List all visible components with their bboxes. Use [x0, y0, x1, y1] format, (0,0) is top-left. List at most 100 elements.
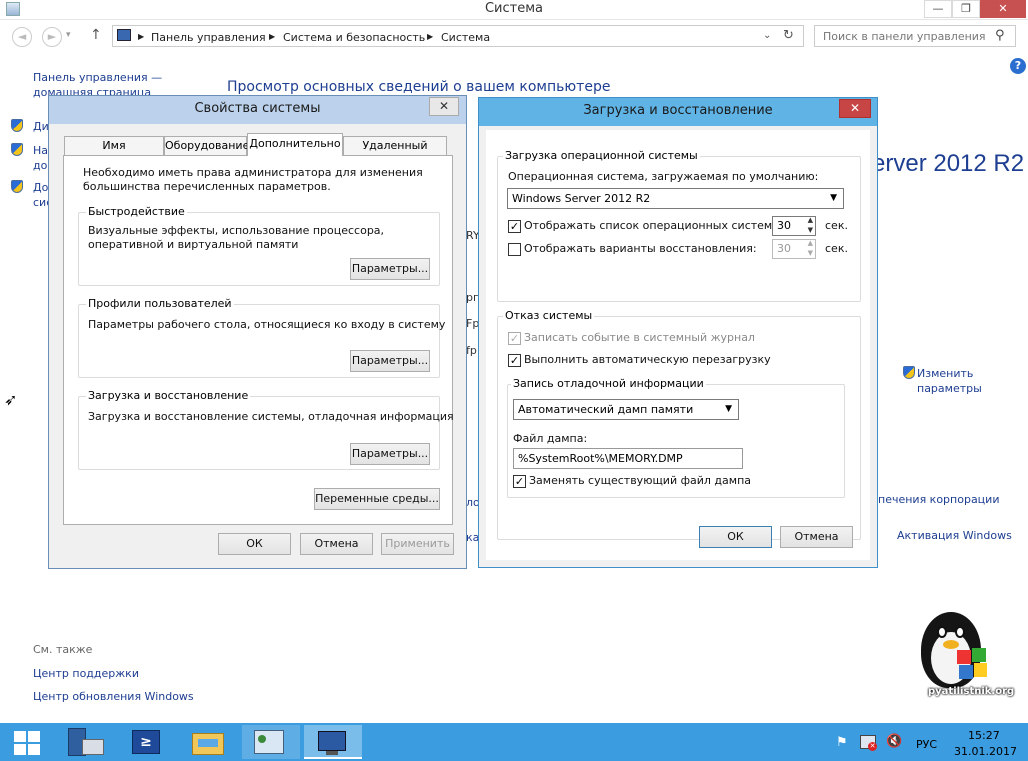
startup-recovery-dialog: Загрузка и восстановление ✕ Загрузка опе… [478, 97, 878, 568]
network-icon[interactable]: ✕ [860, 735, 877, 751]
show-os-list-seconds[interactable]: 30 ▲ ▼ [772, 216, 816, 236]
activation-link[interactable]: Активация Windows [897, 529, 1012, 542]
show-os-list-label: Отображать список операционных систем: [524, 219, 776, 232]
partial-text: рг [466, 291, 479, 304]
system-failure-group-title: Отказ системы [503, 309, 595, 322]
speaker-icon[interactable]: 🔇 [886, 734, 902, 749]
tab-remote[interactable]: Удаленный доступ [343, 136, 447, 170]
windows-edition: erver 2012 R2 [872, 150, 1025, 177]
startup-recovery-close-button[interactable]: ✕ [839, 99, 871, 118]
show-recovery-seconds[interactable]: 30 ▲ ▼ [772, 239, 816, 259]
system-window-taskbar-icon[interactable] [304, 725, 362, 759]
spinner-arrows-icon[interactable]: ▲ ▼ [808, 238, 813, 258]
input-language[interactable]: РУС [916, 738, 937, 751]
ok-button[interactable]: ОК [699, 526, 772, 548]
write-event-checkbox[interactable]: ✓ [508, 332, 521, 345]
change-settings-link[interactable]: Изменить параметры [917, 366, 987, 396]
crumb-arrow-icon: ▶ [269, 32, 276, 41]
shield-icon [11, 180, 23, 193]
startup-recovery-settings-button[interactable]: Параметры... [350, 443, 430, 465]
show-os-list-checkbox[interactable]: ✓ [508, 220, 521, 233]
dump-type-value: Автоматический дамп памяти [518, 403, 694, 416]
close-button[interactable]: ✕ [980, 0, 1026, 18]
flag-icon[interactable]: ⚑ [836, 735, 848, 750]
clock-date[interactable]: 31.01.2017 [954, 745, 1017, 758]
user-profiles-settings-button[interactable]: Параметры... [350, 350, 430, 372]
tab-advanced[interactable]: Дополнительно [247, 133, 343, 156]
search-input[interactable]: Поиск в панели управления ⚲ [814, 25, 1016, 47]
control-panel-icon[interactable] [242, 725, 300, 759]
penguin-logo-icon [915, 612, 987, 696]
os-startup-group-title: Загрузка операционной системы [503, 149, 700, 162]
sidebar-item-device-manager[interactable]: Ди [33, 120, 49, 133]
server-manager-icon[interactable] [56, 725, 114, 759]
chevron-down-icon: ▼ [830, 193, 837, 203]
partial-text: fp [466, 344, 477, 357]
crumb-system[interactable]: Система [441, 31, 490, 44]
show-os-list-seconds-value: 30 [777, 219, 791, 232]
performance-desc: Визуальные эффекты, использование процес… [88, 224, 385, 251]
dump-file-value: %SystemRoot%\MEMORY.DMP [518, 452, 683, 465]
cancel-button[interactable]: Отмена [300, 533, 373, 555]
address-dropdown-icon[interactable]: ⌄ [763, 30, 771, 41]
write-event-label: Записать событие в системный журнал [524, 331, 755, 344]
crumb-system-security[interactable]: Система и безопасность [283, 31, 425, 44]
up-button[interactable]: ↑ [90, 27, 102, 43]
crumb-arrow-icon: ▶ [427, 32, 434, 41]
address-bar[interactable]: ▶ Панель управления ▶ Система и безопасн… [112, 25, 804, 47]
performance-settings-button[interactable]: Параметры... [350, 258, 430, 280]
show-recovery-checkbox[interactable] [508, 243, 521, 256]
system-properties-close-button[interactable]: ✕ [429, 97, 459, 116]
powershell-icon[interactable]: ≥ [118, 725, 176, 759]
dump-file-input[interactable]: %SystemRoot%\MEMORY.DMP [513, 448, 743, 469]
user-profiles-desc: Параметры рабочего стола, относящиеся ко… [88, 318, 446, 331]
startup-recovery-panel: Загрузка операционной системы Операционн… [486, 130, 870, 560]
back-button[interactable]: ◄ [12, 27, 32, 47]
default-os-value: Windows Server 2012 R2 [512, 192, 651, 205]
sec-label: сек. [825, 219, 848, 232]
start-button-icon[interactable] [14, 731, 40, 755]
search-icon[interactable]: ⚲ [995, 28, 1005, 43]
shield-icon [11, 119, 23, 132]
overwrite-dump-label: Заменять существующий файл дампа [529, 474, 752, 487]
show-recovery-label: Отображать варианты восстановления: [524, 242, 757, 255]
action-center-link[interactable]: Центр поддержки [33, 667, 139, 680]
tab-computer-name[interactable]: Имя компьютера [64, 136, 164, 170]
default-os-select[interactable]: Windows Server 2012 R2 ▼ [507, 188, 844, 209]
minimize-button[interactable]: — [924, 0, 952, 18]
startup-recovery-group-title: Загрузка и восстановление [86, 389, 251, 402]
default-os-label: Операционная система, загружаемая по умо… [508, 170, 819, 183]
environment-variables-button[interactable]: Переменные среды... [314, 488, 440, 510]
see-also-title: См. также [33, 643, 93, 656]
search-placeholder: Поиск в панели управления [823, 30, 986, 43]
forward-button[interactable]: ► [42, 27, 62, 47]
auto-restart-checkbox[interactable]: ✓ [508, 354, 521, 367]
mouse-cursor-icon: ➶ [4, 390, 18, 409]
watermark-text: pyatilistnik.org [928, 686, 1015, 697]
chevron-down-icon: ▼ [725, 404, 732, 414]
shield-icon [11, 143, 23, 156]
maximize-button[interactable]: ❐ [952, 0, 980, 18]
windows-update-link[interactable]: Центр обновления Windows [33, 690, 194, 703]
spinner-arrows-icon[interactable]: ▲ ▼ [808, 215, 813, 235]
auto-restart-label: Выполнить автоматическую перезагрузку [524, 353, 771, 366]
tab-hardware[interactable]: Оборудование [164, 136, 249, 155]
recent-pages-icon[interactable]: ▾ [66, 30, 71, 40]
dump-type-select[interactable]: Автоматический дамп памяти ▼ [513, 399, 739, 420]
overwrite-dump-checkbox[interactable]: ✓ [513, 475, 526, 488]
performance-group-title: Быстродействие [86, 205, 187, 218]
system-properties-title: Свойства системы [49, 96, 466, 124]
file-explorer-icon[interactable] [180, 725, 238, 759]
page-heading: Просмотр основных сведений о вашем компь… [227, 79, 611, 95]
cancel-button[interactable]: Отмена [780, 526, 853, 548]
clock-time[interactable]: 15:27 [968, 729, 1000, 742]
refresh-icon[interactable]: ↻ [783, 28, 794, 43]
startup-recovery-title: Загрузка и восстановление [479, 98, 877, 126]
license-terms-link[interactable]: печения корпорации [878, 493, 999, 506]
ok-button[interactable]: ОК [218, 533, 291, 555]
sidebar-item-remote[interactable]: На до [33, 143, 48, 173]
crumb-control-panel[interactable]: Панель управления [151, 31, 266, 44]
apply-button[interactable]: Применить [381, 533, 454, 555]
help-icon[interactable]: ? [1010, 58, 1026, 74]
dump-file-label: Файл дампа: [513, 432, 588, 445]
